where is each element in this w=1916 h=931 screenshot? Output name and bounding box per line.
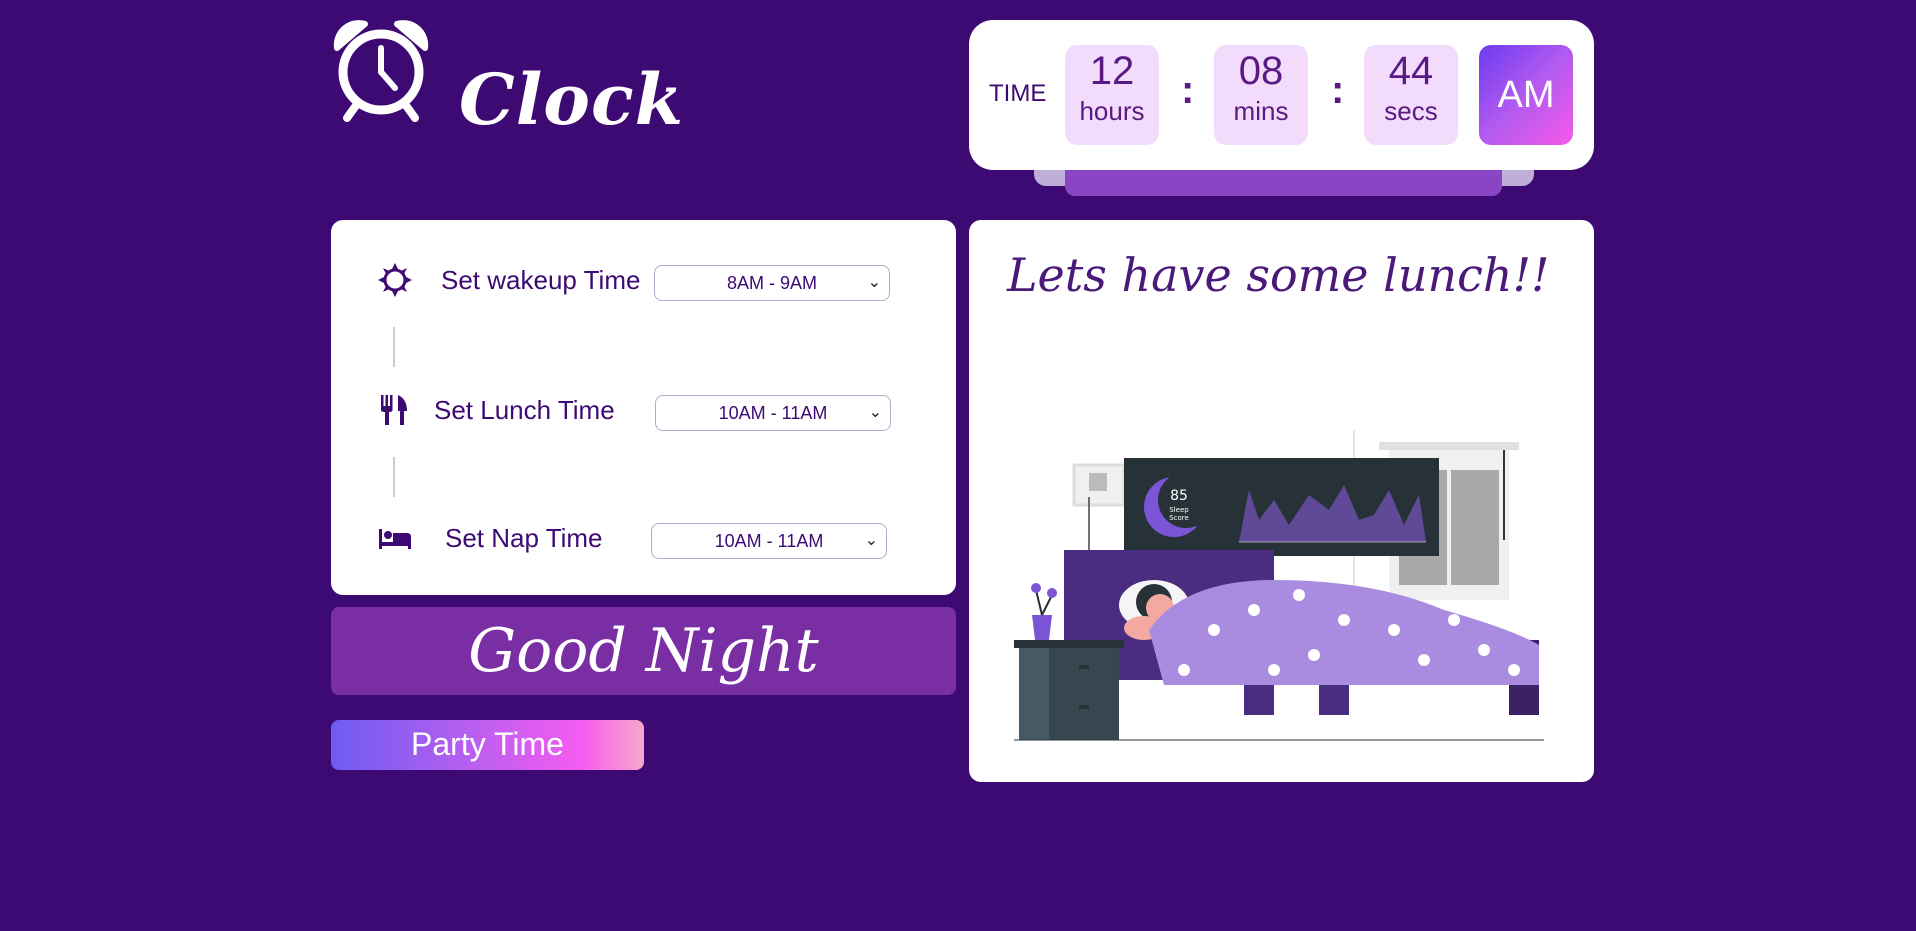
app-logo: Clock — [331, 18, 683, 141]
minutes-box: 08 mins — [1214, 45, 1308, 145]
sleep-score-value: 85 — [1170, 488, 1188, 504]
hours-label: hours — [1079, 96, 1145, 126]
wakeup-row: Set wakeup Time 8AM - 9AM ⌄ — [331, 260, 956, 310]
minutes-value: 08 — [1238, 49, 1284, 93]
wakeup-time-select[interactable]: 8AM - 9AM ⌄ — [654, 265, 890, 301]
alarm-clock-icon — [333, 20, 429, 122]
lunch-selected-value: 10AM - 11AM — [718, 403, 828, 423]
clock-display: TIME 12 hours : 08 mins : 44 secs AM — [969, 20, 1594, 170]
chevron-down-icon: ⌄ — [868, 404, 882, 421]
hours-box: 12 hours — [1065, 45, 1159, 145]
hours-value: 12 — [1089, 49, 1135, 93]
sleeping-woman-illustration: 85 Sleep Score — [1014, 430, 1544, 741]
seconds-box: 44 secs — [1364, 45, 1458, 145]
divider — [393, 327, 395, 367]
seconds-value: 44 — [1388, 49, 1434, 93]
chevron-down-icon: ⌄ — [867, 274, 881, 291]
time-label: TIME — [989, 80, 1047, 107]
nap-label: Set Nap Time — [445, 523, 603, 553]
nap-row: Set Nap Time 10AM - 11AM ⌄ — [331, 518, 956, 568]
party-time-button[interactable]: Party Time — [331, 720, 644, 770]
ampm-indicator: AM — [1479, 45, 1573, 145]
wakeup-label: Set wakeup Time — [441, 265, 641, 295]
nap-time-select[interactable]: 10AM - 11AM ⌄ — [651, 523, 887, 559]
good-night-banner: Good Night — [331, 607, 956, 695]
divider — [393, 457, 395, 497]
minutes-label: mins — [1233, 96, 1289, 126]
bed-icon — [379, 529, 411, 549]
fork-knife-icon — [381, 395, 407, 425]
sleep-score-label-2: Score — [1169, 514, 1189, 522]
lunch-label: Set Lunch Time — [434, 395, 615, 425]
time-separator: : — [1181, 68, 1195, 112]
sleep-score-label-1: Sleep — [1169, 506, 1189, 514]
app-title: Clock — [459, 58, 685, 141]
settings-panel: Set wakeup Time 8AM - 9AM ⌄ Set Lunch Ti… — [331, 220, 956, 595]
message-card: Lets have some lunch!! 85 Sleep Score — [969, 220, 1594, 782]
clock-shadow-layer-accent — [1065, 168, 1502, 196]
time-separator: : — [1331, 68, 1345, 112]
good-night-text: Good Night — [468, 616, 819, 686]
chevron-down-icon: ⌄ — [864, 532, 878, 549]
lunch-row: Set Lunch Time 10AM - 11AM ⌄ — [331, 390, 956, 440]
message-text: Lets have some lunch!! — [1007, 248, 1550, 302]
lunch-time-select[interactable]: 10AM - 11AM ⌄ — [655, 395, 891, 431]
seconds-label: secs — [1384, 96, 1438, 126]
nap-selected-value: 10AM - 11AM — [714, 531, 824, 551]
wakeup-selected-value: 8AM - 9AM — [726, 273, 818, 293]
sun-icon — [378, 263, 412, 297]
